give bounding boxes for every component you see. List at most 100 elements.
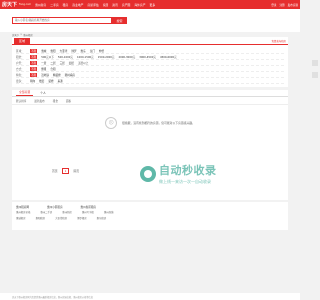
- filter-label: 特色：: [16, 73, 24, 77]
- login-link[interactable]: 登录: [271, 3, 276, 7]
- filter-option[interactable]: 惠城: [41, 49, 46, 53]
- empty-state: ☹ 很抱歉，没有找到相符的房源，您可能对以下房源感兴趣。: [12, 105, 288, 140]
- filter-option[interactable]: 不限: [30, 72, 38, 77]
- related-link[interactable]: 惠州租房价格: [16, 210, 30, 214]
- post-listing-link[interactable]: 发布房源: [288, 3, 298, 7]
- filter-label: 区域：: [16, 49, 24, 53]
- filter-option[interactable]: 近地铁: [41, 73, 49, 77]
- related-link[interactable]: 惠州写字楼: [82, 210, 94, 214]
- tab-all-listings[interactable]: 全部房源: [16, 90, 34, 96]
- watermark-text: 自动秒收录 做上线一来访一次一自动收录: [159, 162, 217, 185]
- breadcrumb-home[interactable]: 房天下: [12, 33, 19, 37]
- filter-option[interactable]: 一居: [41, 61, 46, 65]
- nav-item[interactable]: 惠州新房: [35, 3, 46, 7]
- watermark-banner: 自动秒收录 做上线一来访一次一自动收录: [140, 162, 217, 185]
- filter-option[interactable]: 不限: [30, 60, 38, 65]
- search-input[interactable]: [12, 17, 112, 24]
- nav-item[interactable]: 海外房产: [134, 3, 145, 7]
- filter-option[interactable]: 随时看房: [65, 73, 75, 77]
- site-logo-subtext: Fang.com: [19, 3, 32, 6]
- nav-item[interactable]: 租房: [63, 3, 69, 7]
- nav-item[interactable]: 房屋评估: [87, 3, 98, 7]
- pager-first[interactable]: 首页: [52, 169, 58, 173]
- main-nav: 惠州新房 二手房 租房 商业地产 房屋评估 家居 资讯 房产圈 海外房产 更多: [35, 3, 271, 7]
- qr-code-icon[interactable]: [312, 60, 318, 66]
- filter-option[interactable]: 不限: [30, 66, 38, 71]
- site-logo[interactable]: 房天下: [2, 1, 17, 8]
- related-link[interactable]: 惠城租房: [16, 216, 26, 220]
- nav-item[interactable]: 二手房: [50, 3, 58, 7]
- filter-option[interactable]: 仲恺: [99, 49, 104, 53]
- filter-option[interactable]: 惠东: [81, 49, 86, 53]
- results-tabs: 全部房源 个人: [12, 90, 288, 97]
- links-title[interactable]: 惠州各区租房: [81, 205, 97, 209]
- related-link[interactable]: 大亚湾租房: [55, 216, 67, 220]
- nav-item[interactable]: 房产圈: [122, 3, 130, 7]
- related-link[interactable]: 博罗租房: [77, 216, 87, 220]
- filter-option[interactable]: 不限: [30, 48, 38, 53]
- filter-option[interactable]: 三居: [60, 61, 65, 65]
- pagination: 首页 1 尾页: [52, 168, 79, 174]
- breadcrumb-separator: >: [20, 33, 23, 36]
- filter-option[interactable]: 500-1000元: [58, 55, 73, 59]
- tab-region[interactable]: 区域: [14, 37, 31, 44]
- search-area: 搜索: [0, 9, 300, 32]
- filter-option[interactable]: 1500-2000元: [98, 55, 115, 59]
- links-title[interactable]: 惠州小区租房: [47, 205, 63, 209]
- sort-rent[interactable]: 租金: [53, 99, 58, 103]
- nav-item[interactable]: 资讯: [112, 3, 118, 7]
- filter-option[interactable]: 精装修: [53, 73, 61, 77]
- filter-option[interactable]: 整租: [41, 67, 46, 71]
- tab-personal-listings[interactable]: 个人: [37, 91, 49, 96]
- filter-option[interactable]: 四居: [69, 61, 74, 65]
- filter-panel: 区域 免费发布租房 区域： 不限 惠城 惠阳 大亚湾 博罗 惠东 龙门 仲恺 租金： 不限 500元以…: [12, 37, 288, 87]
- filter-option[interactable]: 二居: [50, 61, 55, 65]
- watermark-subtitle: 做上线一来访一次一自动收录: [159, 179, 211, 184]
- filter-option[interactable]: 来源: [58, 79, 63, 83]
- filter-option[interactable]: 3000-4500元: [139, 55, 156, 59]
- filter-option[interactable]: 惠阳: [50, 49, 55, 53]
- filter-option[interactable]: 五居以上: [78, 61, 88, 65]
- pager-page-current[interactable]: 1: [61, 168, 70, 174]
- related-link[interactable]: 惠州二手房: [40, 210, 52, 214]
- filter-option[interactable]: 不限: [30, 54, 38, 59]
- filter-option[interactable]: 2000-3000元: [118, 55, 135, 59]
- filter-option[interactable]: 装修: [48, 79, 53, 83]
- feedback-icon[interactable]: [312, 72, 318, 78]
- related-links-row: 惠城租房 惠阳租房 大亚湾租房 博罗租房 惠东租房: [16, 215, 284, 221]
- filter-option[interactable]: 合租: [50, 67, 55, 71]
- sort-area[interactable]: 面积: [66, 99, 71, 103]
- sort-default[interactable]: 默认排序: [16, 99, 26, 103]
- nav-item[interactable]: 更多: [150, 3, 156, 7]
- account-links: 登录 注册 发布房源: [271, 3, 298, 7]
- related-link[interactable]: 惠阳租房: [36, 216, 46, 220]
- nav-item[interactable]: 家居: [103, 3, 109, 7]
- sort-bar: 默认排序 最新发布 租金 面积: [12, 97, 288, 105]
- filter-row: 更多： 朝向 楼层 装修 来源: [16, 78, 284, 84]
- watermark-title: 自动秒收录: [159, 164, 217, 177]
- related-link[interactable]: 惠东租房: [97, 216, 107, 220]
- filter-option[interactable]: 500元以下: [41, 55, 54, 59]
- filter-option[interactable]: 朝向: [30, 79, 35, 83]
- filter-label: 更多：: [16, 79, 24, 83]
- filter-option[interactable]: 楼层: [39, 79, 44, 83]
- nav-item[interactable]: 商业地产: [72, 3, 83, 7]
- filter-option[interactable]: 大亚湾: [60, 49, 68, 53]
- links-title[interactable]: 惠州租房网: [16, 205, 29, 209]
- related-link[interactable]: 惠州新房: [62, 210, 72, 214]
- filter-rows: 区域： 不限 惠城 惠阳 大亚湾 博罗 惠东 龙门 仲恺 租金： 不限 500元以下 500-1000元…: [12, 45, 288, 87]
- related-link[interactable]: 惠州商铺: [104, 210, 114, 214]
- top-navigation-bar: 房天下 Fang.com 惠州新房 二手房 租房 商业地产 房屋评估 家居 资讯…: [0, 0, 300, 9]
- watermark-logo-icon: [140, 165, 156, 182]
- sort-newest[interactable]: 最新发布: [34, 99, 44, 103]
- filter-option[interactable]: 龙门: [90, 49, 95, 53]
- filter-option[interactable]: 博罗: [71, 49, 76, 53]
- filter-label: 方式：: [16, 67, 24, 71]
- register-link[interactable]: 注册: [279, 3, 284, 7]
- free-post-link[interactable]: 免费发布租房: [272, 39, 286, 43]
- pager-last[interactable]: 尾页: [73, 169, 79, 173]
- filter-option[interactable]: 1000-1500元: [77, 55, 94, 59]
- search-button[interactable]: 搜索: [112, 17, 127, 24]
- filter-option[interactable]: 4500-6000元: [160, 55, 177, 59]
- empty-message: 很抱歉，没有找到相符的房源，您可能对以下房源感兴趣。: [122, 120, 195, 125]
